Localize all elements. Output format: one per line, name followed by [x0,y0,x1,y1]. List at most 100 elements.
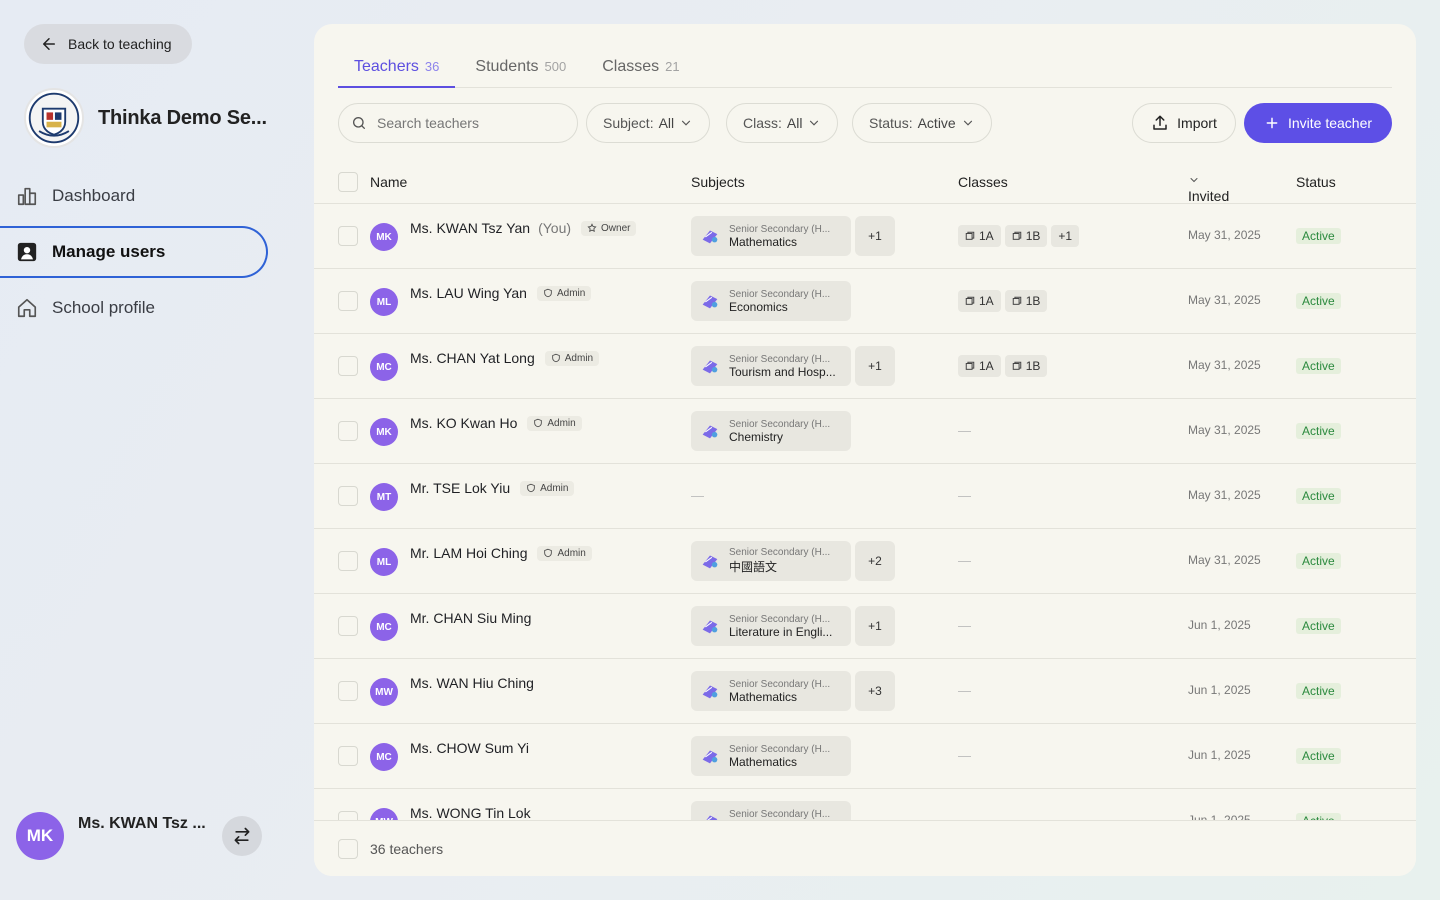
table-row[interactable]: ML Mr. LAM Hoi Ching Admin Senior Secondary… [314,529,1416,594]
teacher-name[interactable]: Ms. LAU Wing Yan [410,285,527,301]
table-row[interactable]: MC Ms. CHOW Sum Yi Senior Secondary (H... M… [314,724,1416,789]
more-subjects-button[interactable]: +3 [855,671,895,711]
sidebar-item-dashboard[interactable]: Dashboard [0,170,270,222]
teacher-name[interactable]: Mr. CHAN Siu Ming [410,610,531,626]
teacher-name[interactable]: Mr. TSE Lok Yiu [410,480,510,496]
row-checkbox[interactable] [338,681,358,701]
column-classes: Classes [958,174,1008,190]
class-filter[interactable]: Class: All [726,103,839,143]
subject-icon [706,815,718,820]
subject-icon [702,685,718,699]
more-classes-chip[interactable]: +1 [1051,225,1080,247]
shield-icon [534,418,543,428]
subject-filter[interactable]: Subject: All [586,103,711,143]
chevron-down-icon [963,120,972,126]
invited-date: May 31, 2025 [1188,358,1261,372]
table-row[interactable]: MK Ms. KWAN Tsz Yan (You) Owner Senior Secon… [314,204,1416,269]
more-subjects-button[interactable]: +1 [855,216,895,256]
invite-teacher-button[interactable]: Invite teacher [1244,103,1392,143]
class-label: 1A [979,359,994,373]
class-chip[interactable]: 1B [1004,225,1048,247]
search-input[interactable] [377,115,567,131]
current-user[interactable]: MK Ms. KWAN Tsz ... [16,812,266,860]
table-row[interactable]: MW Ms. WAN Hiu Ching Senior Secondary (H..… [314,659,1416,724]
teacher-name[interactable]: Ms. WONG Tin Lok [410,805,531,820]
role-label: Admin [557,547,586,559]
row-checkbox[interactable] [338,486,358,506]
status-badge: Active [1296,293,1341,309]
row-checkbox[interactable] [338,291,358,311]
invited-date: Jun 1, 2025 [1188,813,1251,820]
subject-chip[interactable]: Senior Secondary (H...Mathematics [691,671,851,711]
tab-classes[interactable]: Classes 21 [586,48,695,88]
teacher-name[interactable]: Ms. CHAN Yat Long [410,350,535,366]
teacher-name[interactable]: Ms. KO Kwan Ho [410,415,517,431]
role-badge: Admin [520,480,575,496]
teacher-name[interactable]: Ms. CHOW Sum Yi [410,740,529,756]
subject-text: Senior Secondary (H...Mathematics [729,679,845,704]
subject-text: Senior Secondary (H...Mathematics [729,744,845,769]
teacher-name[interactable]: Ms. KWAN Tsz Yan [410,220,530,236]
classes-empty: — [958,813,971,820]
table-row[interactable]: MK Ms. KO Kwan Ho Admin Senior Secondary (H… [314,399,1416,464]
subject-chip[interactable]: Senior Secondary (H... Tourism and Hosp..… [691,346,851,386]
shield-icon [527,483,535,493]
class-icon [965,361,975,370]
row-checkbox[interactable] [338,746,358,766]
invited-date: May 31, 2025 [1188,293,1261,307]
subject-icon [702,555,718,569]
row-checkbox[interactable] [338,421,358,441]
subject-text: Senior Secondary (H... Economics [729,289,845,314]
status-badge: Active [1296,488,1341,504]
subject-chip[interactable]: Senior Secondary (H...Mathematics [691,736,851,776]
class-chip[interactable]: 1B [1004,290,1048,312]
tab-teachers[interactable]: Teachers 36 [338,48,456,88]
sidebar-item-school-profile[interactable]: School profile [0,282,270,334]
subject-level: Senior Secondary (H... [729,613,831,625]
subject-chip[interactable]: Senior Secondary (H... Economics [691,281,851,321]
tab-students[interactable]: Students 500 [459,48,582,88]
role-badge: Admin [536,285,592,301]
row-checkbox[interactable] [338,616,358,636]
more-subjects-button[interactable]: +2 [855,541,895,581]
subject-icon [702,230,718,244]
teacher-name[interactable]: Ms. WAN Hiu Ching [410,675,534,691]
import-button[interactable]: Import [1132,103,1236,143]
subject-chip[interactable]: Senior Secondary (H... 中國語文 [691,541,851,581]
row-checkbox[interactable] [338,356,358,376]
row-checkbox[interactable] [338,226,358,246]
select-page-checkbox[interactable] [338,839,358,859]
row-checkbox[interactable] [338,811,358,820]
more-subjects-button[interactable]: +1 [855,606,895,646]
subject-icon [702,360,718,374]
table-row[interactable]: MW Ms. WONG Tin Lok Senior Secondary (H...… [314,789,1416,820]
avatar: MC [370,743,398,771]
avatar: MC [370,353,398,381]
subject-name: Mathematics [729,689,798,704]
sidebar-item-manage-users[interactable]: Manage users [0,226,268,278]
select-all-checkbox[interactable] [338,172,358,192]
table-row[interactable]: MC Mr. CHAN Siu Ming Senior Secondary (H..… [314,594,1416,659]
class-chip[interactable]: 1A [958,290,1001,312]
more-subjects-button[interactable]: +1 [855,346,895,386]
class-chip[interactable]: 1B [1004,355,1048,377]
subject-chip[interactable]: Senior Secondary (H...Mathematics [691,216,851,256]
back-to-teaching-button[interactable]: Back to teaching [24,24,192,64]
class-chip[interactable]: 1A [958,355,1001,377]
table-row[interactable]: MT Mr. TSE Lok Yiu Admin — — May 31, 2025 Acti… [314,464,1416,529]
teacher-name[interactable]: Mr. LAM Hoi Ching [410,545,527,561]
table-row[interactable]: ML Ms. LAU Wing Yan Admin Senior Secondary … [314,269,1416,334]
table-row[interactable]: MC Ms. CHAN Yat Long Admin Senior Secondary… [314,334,1416,399]
class-chip[interactable]: 1A [958,225,1001,247]
subject-chip[interactable]: Senior Secondary (H... Chemistry [691,411,851,451]
avatar: MC [370,613,398,641]
subject-chip[interactable]: Senior Secondary (H...Mathematics [691,801,851,820]
status-filter[interactable]: Status: Active [852,103,992,143]
invited-date: May 31, 2025 [1188,553,1261,567]
row-checkbox[interactable] [338,551,358,571]
switch-account-button[interactable] [222,816,262,856]
shield-icon [544,548,553,558]
user-name: Ms. KWAN Tsz ... [78,815,206,832]
subject-chip[interactable]: Senior Secondary (H... Literature in Engl… [691,606,851,646]
column-invited-sort[interactable]: Invited [1188,174,1229,204]
